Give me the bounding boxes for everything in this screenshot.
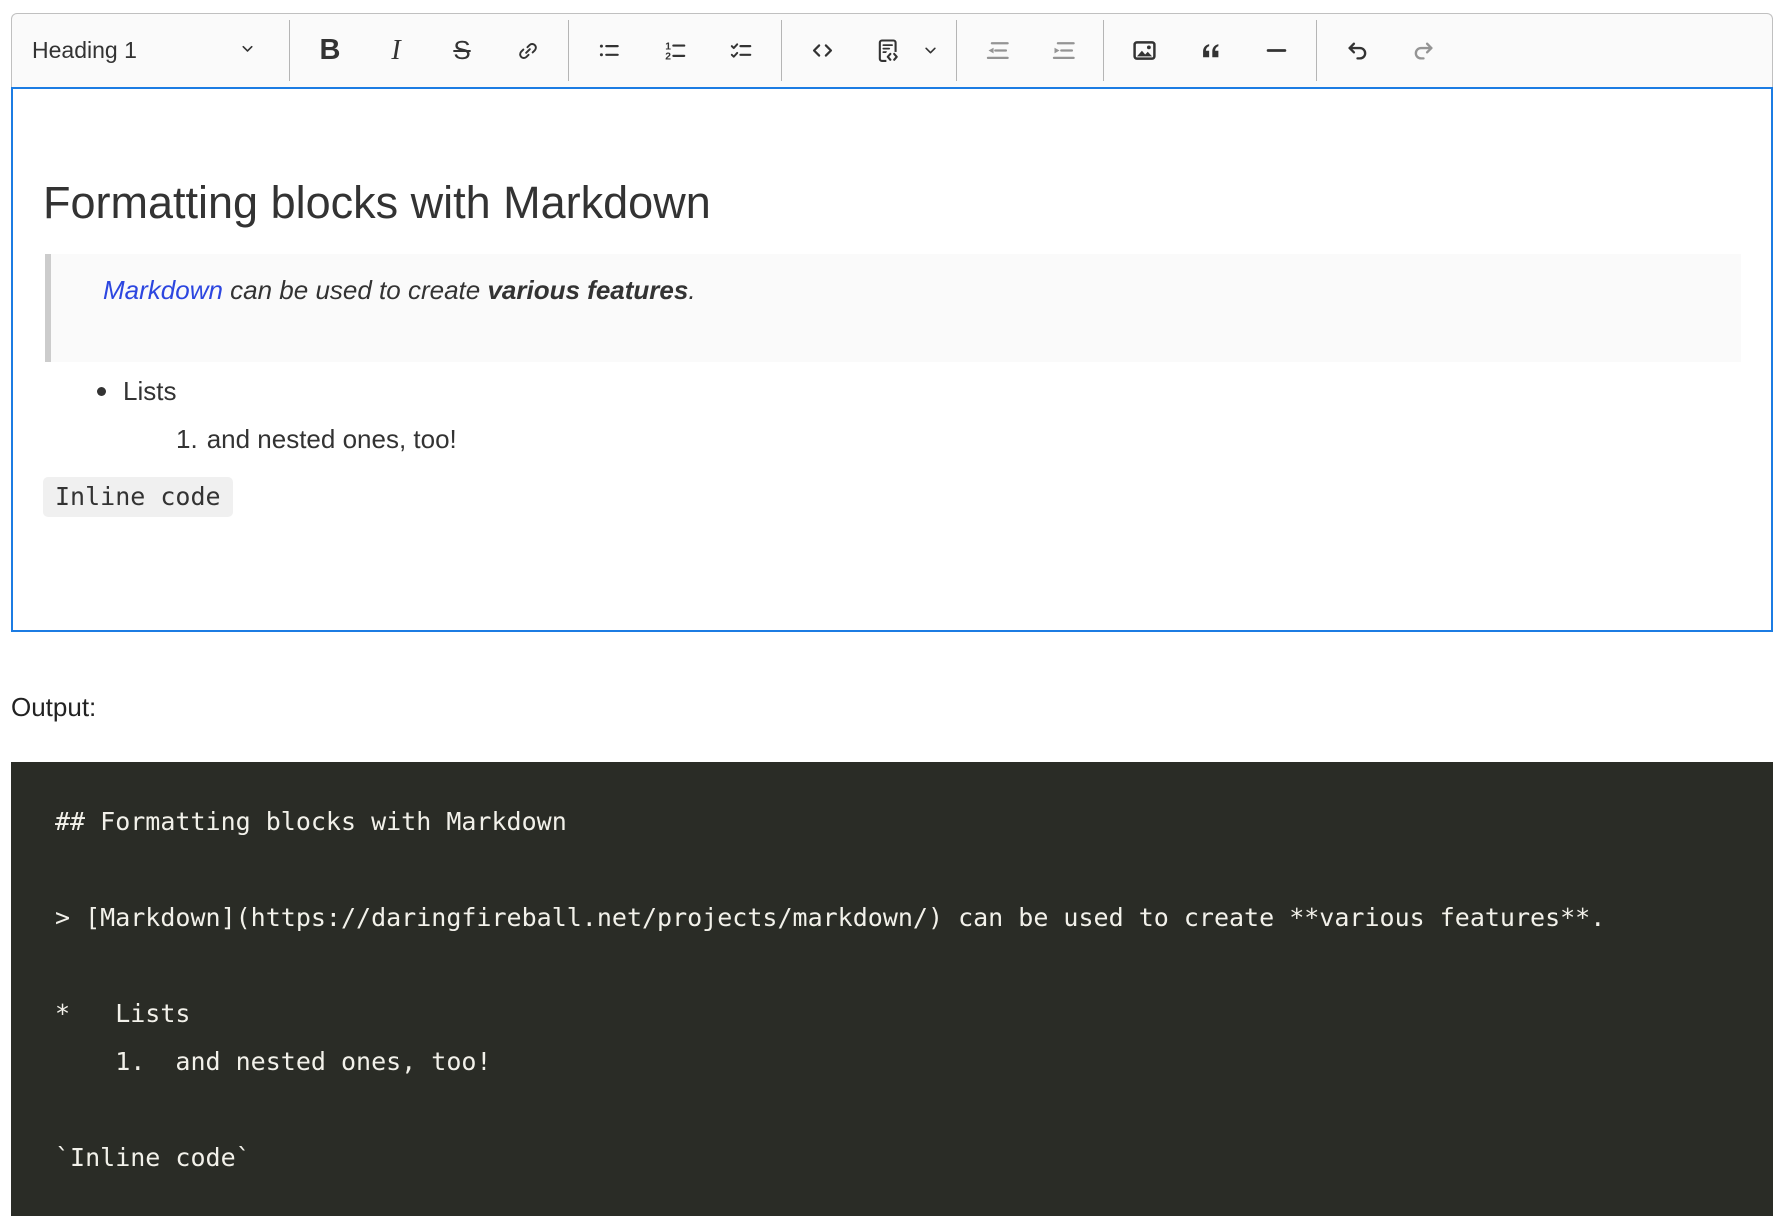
- bulleted-list-icon: [596, 38, 622, 64]
- outdent-icon: [984, 37, 1011, 64]
- todo-list-button[interactable]: [712, 23, 770, 79]
- bulleted-list-button[interactable]: [580, 23, 638, 79]
- code-block-icon: [874, 37, 902, 65]
- toolbar-separator: [956, 20, 957, 81]
- strikethrough-icon: S: [453, 35, 470, 66]
- indent-button[interactable]: [1034, 23, 1092, 79]
- undo-icon: [1344, 37, 1371, 64]
- strikethrough-button[interactable]: S: [433, 23, 491, 79]
- toolbar-separator: [568, 20, 569, 81]
- toolbar-separator: [1316, 20, 1317, 81]
- list-item-text: Lists: [123, 376, 176, 406]
- redo-icon: [1410, 37, 1437, 64]
- inline-code-paragraph: Inline code: [43, 482, 1741, 511]
- quote-period: .: [688, 275, 695, 305]
- editor-toolbar: Heading 1 B I S: [11, 13, 1773, 87]
- inline-code-button[interactable]: [793, 23, 851, 79]
- bold-icon: B: [320, 34, 341, 67]
- markdown-output-block: ## Formatting blocks with Markdown > [Ma…: [11, 762, 1773, 1216]
- undo-button[interactable]: [1328, 23, 1386, 79]
- markdown-link[interactable]: Markdown: [103, 275, 223, 305]
- heading-dropdown-value: Heading 1: [32, 37, 137, 64]
- insert-image-button[interactable]: [1115, 23, 1173, 79]
- italic-button[interactable]: I: [367, 23, 425, 79]
- italic-icon: I: [391, 35, 400, 67]
- block-quote: Markdown can be used to create various f…: [45, 254, 1741, 362]
- link-button[interactable]: [499, 23, 557, 79]
- outdent-button[interactable]: [968, 23, 1026, 79]
- code-block-dropdown-button[interactable]: [915, 23, 945, 79]
- toolbar-separator: [289, 20, 290, 81]
- heading-dropdown[interactable]: Heading 1: [20, 23, 270, 79]
- bulleted-list: Lists 1. and nested ones, too!: [43, 374, 1741, 456]
- nested-list-text: and nested ones, too!: [207, 424, 457, 454]
- quote-bold-text: various features: [487, 275, 688, 305]
- nested-list-item: 1. and nested ones, too!: [176, 422, 1741, 456]
- editor-content[interactable]: Formatting blocks with Markdown Markdown…: [11, 87, 1773, 632]
- inline-code-icon: [809, 37, 836, 64]
- redo-button[interactable]: [1394, 23, 1452, 79]
- chevron-down-icon: [923, 43, 938, 58]
- svg-text:2: 2: [665, 51, 671, 62]
- document-title: Formatting blocks with Markdown: [43, 179, 1741, 226]
- indent-icon: [1050, 37, 1077, 64]
- toolbar-separator: [781, 20, 782, 81]
- code-block-button[interactable]: [859, 23, 917, 79]
- list-item: Lists 1. and nested ones, too!: [43, 374, 1741, 456]
- image-icon: [1131, 37, 1158, 64]
- page: Heading 1 B I S: [0, 0, 1784, 1216]
- nested-list-marker: 1.: [176, 424, 198, 454]
- output-label: Output:: [11, 694, 1773, 720]
- todo-list-icon: [728, 38, 754, 64]
- toolbar-separator: [1103, 20, 1104, 81]
- block-quote-button[interactable]: [1181, 23, 1239, 79]
- numbered-list-icon: 1 2: [662, 38, 688, 64]
- bold-button[interactable]: B: [301, 23, 359, 79]
- chevron-down-icon: [239, 40, 256, 62]
- rich-text-editor: Heading 1 B I S: [11, 13, 1773, 632]
- quote-text: can be used to create: [223, 275, 488, 305]
- inline-code: Inline code: [43, 477, 233, 517]
- numbered-list-button[interactable]: 1 2: [646, 23, 704, 79]
- block-quote-icon: [1197, 37, 1224, 64]
- horizontal-line-icon: [1263, 37, 1290, 64]
- horizontal-line-button[interactable]: [1247, 23, 1305, 79]
- link-icon: [515, 38, 541, 64]
